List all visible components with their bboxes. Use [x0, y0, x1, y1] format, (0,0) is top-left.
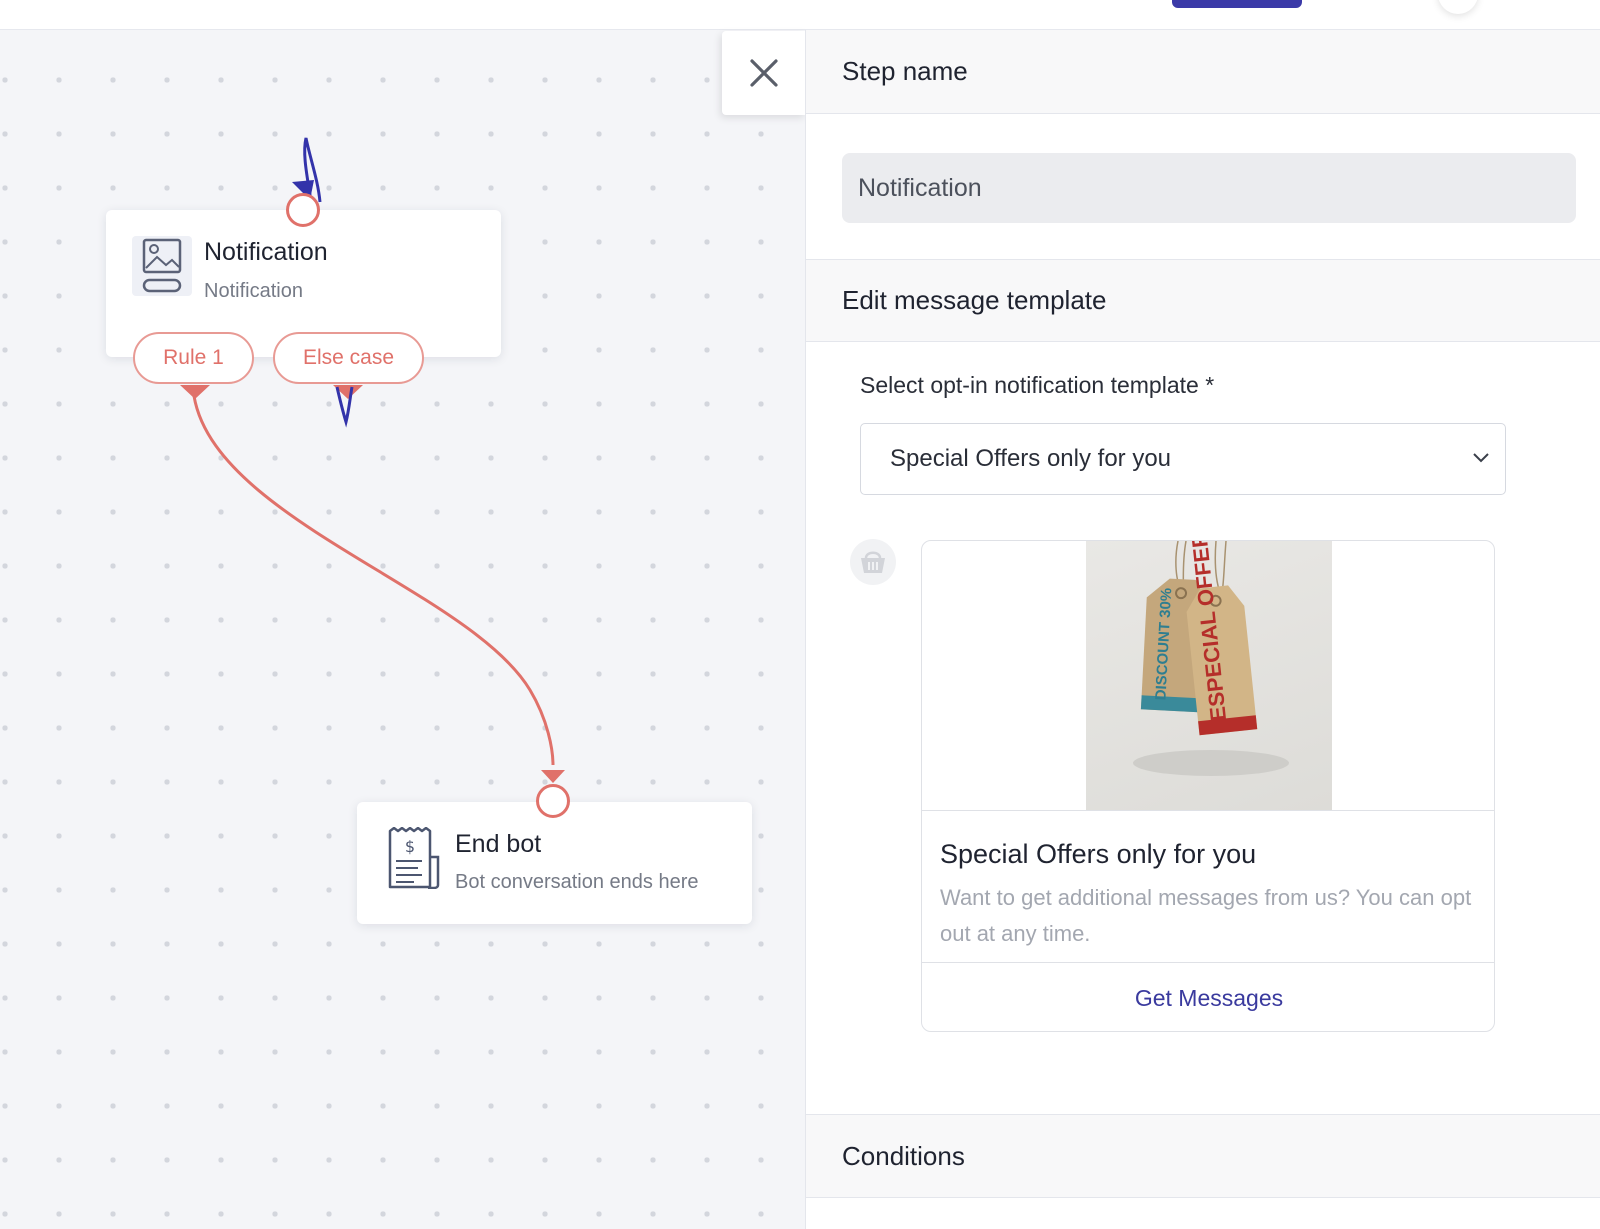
flow-canvas[interactable]: Notification Notification Rule 1 Else ca…: [0, 30, 805, 1229]
else-case-pill[interactable]: Else case: [273, 332, 424, 384]
node-title: End bot: [455, 830, 542, 858]
user-avatar[interactable]: [1438, 0, 1478, 14]
template-select-label: Select opt-in notification template *: [860, 372, 1215, 398]
top-bar: [0, 0, 1600, 30]
close-icon: [750, 59, 778, 87]
receipt-icon: $: [383, 827, 443, 889]
end-bot-input-port[interactable]: [536, 784, 570, 818]
rule-1-source-arrow: [180, 385, 210, 399]
conditions-header: Conditions: [806, 1114, 1600, 1198]
shopping-basket-icon: [861, 551, 885, 573]
divider: [922, 810, 1494, 811]
step-settings-panel: Step name Notification Edit message temp…: [805, 30, 1600, 1229]
get-messages-button[interactable]: Get Messages: [922, 963, 1494, 1031]
node-subtitle: Notification: [204, 280, 303, 302]
image-card-icon: [132, 236, 192, 296]
step-name-input[interactable]: Notification: [842, 153, 1576, 223]
message-body: Want to get additional messages from us?…: [940, 885, 1472, 946]
message-preview-card: DISCOUNT 30% ESPECIAL OFFER Special Offe…: [921, 540, 1495, 1032]
bot-avatar: [850, 539, 896, 585]
rule-1-arrow-end: [541, 770, 565, 783]
close-panel-button[interactable]: [722, 31, 806, 115]
step-name-header: Step name: [806, 30, 1600, 114]
template-select[interactable]: Special Offers only for you: [860, 423, 1506, 495]
node-title: Notification: [204, 238, 328, 266]
chevron-down-icon: [1473, 453, 1489, 463]
template-select-value: Special Offers only for you: [890, 445, 1172, 472]
node-subtitle: Bot conversation ends here: [455, 871, 699, 893]
offer-image: DISCOUNT 30% ESPECIAL OFFER: [1086, 541, 1332, 810]
edit-template-header: Edit message template: [806, 260, 1600, 342]
svg-text:$: $: [405, 837, 415, 856]
end-bot-node[interactable]: $ End bot Bot conversation ends here: [357, 802, 752, 924]
notification-input-port[interactable]: [286, 193, 320, 227]
rule-1-pill[interactable]: Rule 1: [133, 332, 254, 384]
message-title: Special Offers only for you: [940, 839, 1257, 869]
rule-1-edge: [192, 395, 555, 766]
top-action-button[interactable]: [1172, 0, 1302, 8]
